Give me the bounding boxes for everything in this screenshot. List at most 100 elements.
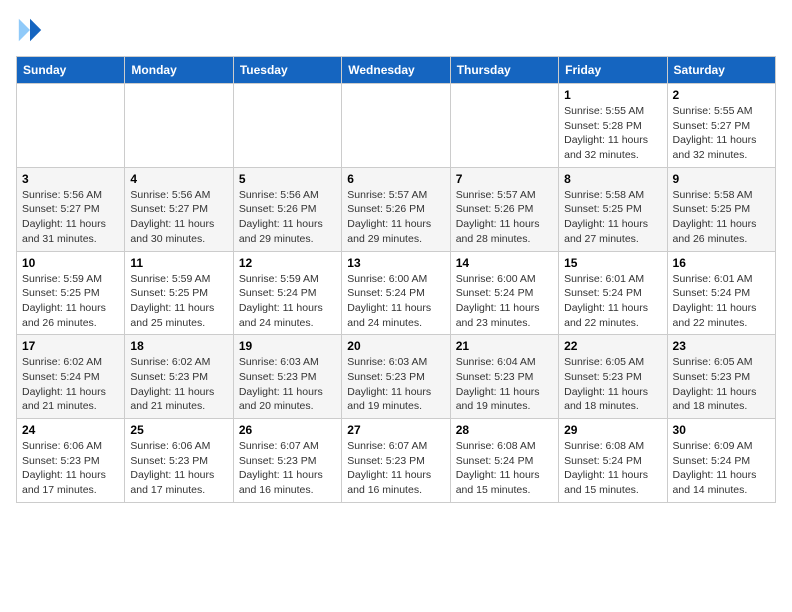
day-number: 12 bbox=[239, 256, 336, 270]
day-info: Sunrise: 5:55 AM Sunset: 5:28 PM Dayligh… bbox=[564, 104, 661, 163]
day-info: Sunrise: 5:58 AM Sunset: 5:25 PM Dayligh… bbox=[673, 188, 770, 247]
sunrise: Sunrise: 5:55 AM bbox=[673, 105, 753, 117]
calendar-day-14: 14 Sunrise: 6:00 AM Sunset: 5:24 PM Dayl… bbox=[450, 251, 558, 335]
calendar-week-1: 1 Sunrise: 5:55 AM Sunset: 5:28 PM Dayli… bbox=[17, 84, 776, 168]
sunset: Sunset: 5:24 PM bbox=[239, 287, 317, 299]
empty-cell bbox=[233, 84, 341, 168]
sunrise: Sunrise: 5:56 AM bbox=[239, 189, 319, 201]
sunset: Sunset: 5:24 PM bbox=[564, 287, 642, 299]
calendar-day-15: 15 Sunrise: 6:01 AM Sunset: 5:24 PM Dayl… bbox=[559, 251, 667, 335]
daylight: Daylight: 11 hours and 16 minutes. bbox=[239, 469, 323, 496]
sunset: Sunset: 5:24 PM bbox=[456, 455, 534, 467]
calendar-week-4: 17 Sunrise: 6:02 AM Sunset: 5:24 PM Dayl… bbox=[17, 335, 776, 419]
daylight: Daylight: 11 hours and 17 minutes. bbox=[130, 469, 214, 496]
daylight: Daylight: 11 hours and 17 minutes. bbox=[22, 469, 106, 496]
sunset: Sunset: 5:23 PM bbox=[347, 455, 425, 467]
day-number: 27 bbox=[347, 423, 444, 437]
day-info: Sunrise: 6:08 AM Sunset: 5:24 PM Dayligh… bbox=[456, 439, 553, 498]
calendar-week-2: 3 Sunrise: 5:56 AM Sunset: 5:27 PM Dayli… bbox=[17, 167, 776, 251]
sunset: Sunset: 5:26 PM bbox=[347, 203, 425, 215]
day-number: 23 bbox=[673, 339, 770, 353]
day-info: Sunrise: 6:02 AM Sunset: 5:24 PM Dayligh… bbox=[22, 355, 119, 414]
calendar-day-2: 2 Sunrise: 5:55 AM Sunset: 5:27 PM Dayli… bbox=[667, 84, 775, 168]
day-info: Sunrise: 6:04 AM Sunset: 5:23 PM Dayligh… bbox=[456, 355, 553, 414]
sunrise: Sunrise: 5:58 AM bbox=[673, 189, 753, 201]
day-number: 3 bbox=[22, 172, 119, 186]
weekday-header-thursday: Thursday bbox=[450, 57, 558, 84]
sunrise: Sunrise: 6:02 AM bbox=[130, 356, 210, 368]
day-number: 26 bbox=[239, 423, 336, 437]
day-info: Sunrise: 5:59 AM Sunset: 5:24 PM Dayligh… bbox=[239, 272, 336, 331]
sunrise: Sunrise: 5:55 AM bbox=[564, 105, 644, 117]
daylight: Daylight: 11 hours and 18 minutes. bbox=[564, 386, 648, 413]
day-number: 22 bbox=[564, 339, 661, 353]
day-number: 29 bbox=[564, 423, 661, 437]
sunrise: Sunrise: 5:58 AM bbox=[564, 189, 644, 201]
sunrise: Sunrise: 6:02 AM bbox=[22, 356, 102, 368]
day-number: 16 bbox=[673, 256, 770, 270]
sunset: Sunset: 5:23 PM bbox=[130, 455, 208, 467]
sunrise: Sunrise: 5:56 AM bbox=[130, 189, 210, 201]
sunset: Sunset: 5:25 PM bbox=[22, 287, 100, 299]
day-info: Sunrise: 6:09 AM Sunset: 5:24 PM Dayligh… bbox=[673, 439, 770, 498]
calendar-day-5: 5 Sunrise: 5:56 AM Sunset: 5:26 PM Dayli… bbox=[233, 167, 341, 251]
day-number: 6 bbox=[347, 172, 444, 186]
daylight: Daylight: 11 hours and 15 minutes. bbox=[456, 469, 540, 496]
day-info: Sunrise: 5:58 AM Sunset: 5:25 PM Dayligh… bbox=[564, 188, 661, 247]
day-number: 1 bbox=[564, 88, 661, 102]
day-number: 8 bbox=[564, 172, 661, 186]
sunset: Sunset: 5:26 PM bbox=[456, 203, 534, 215]
calendar-week-3: 10 Sunrise: 5:59 AM Sunset: 5:25 PM Dayl… bbox=[17, 251, 776, 335]
day-info: Sunrise: 6:07 AM Sunset: 5:23 PM Dayligh… bbox=[347, 439, 444, 498]
sunrise: Sunrise: 6:00 AM bbox=[347, 273, 427, 285]
sunrise: Sunrise: 6:03 AM bbox=[239, 356, 319, 368]
day-number: 4 bbox=[130, 172, 227, 186]
sunset: Sunset: 5:24 PM bbox=[673, 455, 751, 467]
sunrise: Sunrise: 6:08 AM bbox=[564, 440, 644, 452]
sunset: Sunset: 5:23 PM bbox=[239, 455, 317, 467]
daylight: Daylight: 11 hours and 26 minutes. bbox=[22, 302, 106, 329]
daylight: Daylight: 11 hours and 18 minutes. bbox=[673, 386, 757, 413]
weekday-header-wednesday: Wednesday bbox=[342, 57, 450, 84]
calendar-day-3: 3 Sunrise: 5:56 AM Sunset: 5:27 PM Dayli… bbox=[17, 167, 125, 251]
daylight: Daylight: 11 hours and 29 minutes. bbox=[347, 218, 431, 245]
weekday-header-friday: Friday bbox=[559, 57, 667, 84]
calendar-day-24: 24 Sunrise: 6:06 AM Sunset: 5:23 PM Dayl… bbox=[17, 419, 125, 503]
calendar-day-4: 4 Sunrise: 5:56 AM Sunset: 5:27 PM Dayli… bbox=[125, 167, 233, 251]
daylight: Daylight: 11 hours and 24 minutes. bbox=[347, 302, 431, 329]
daylight: Daylight: 11 hours and 28 minutes. bbox=[456, 218, 540, 245]
weekday-header-sunday: Sunday bbox=[17, 57, 125, 84]
day-info: Sunrise: 6:07 AM Sunset: 5:23 PM Dayligh… bbox=[239, 439, 336, 498]
calendar-day-1: 1 Sunrise: 5:55 AM Sunset: 5:28 PM Dayli… bbox=[559, 84, 667, 168]
day-number: 28 bbox=[456, 423, 553, 437]
daylight: Daylight: 11 hours and 22 minutes. bbox=[564, 302, 648, 329]
sunrise: Sunrise: 5:59 AM bbox=[239, 273, 319, 285]
day-number: 21 bbox=[456, 339, 553, 353]
empty-cell bbox=[17, 84, 125, 168]
daylight: Daylight: 11 hours and 19 minutes. bbox=[456, 386, 540, 413]
calendar-week-5: 24 Sunrise: 6:06 AM Sunset: 5:23 PM Dayl… bbox=[17, 419, 776, 503]
day-number: 17 bbox=[22, 339, 119, 353]
sunset: Sunset: 5:24 PM bbox=[673, 287, 751, 299]
calendar-day-17: 17 Sunrise: 6:02 AM Sunset: 5:24 PM Dayl… bbox=[17, 335, 125, 419]
calendar-day-10: 10 Sunrise: 5:59 AM Sunset: 5:25 PM Dayl… bbox=[17, 251, 125, 335]
sunrise: Sunrise: 6:04 AM bbox=[456, 356, 536, 368]
daylight: Daylight: 11 hours and 20 minutes. bbox=[239, 386, 323, 413]
daylight: Daylight: 11 hours and 26 minutes. bbox=[673, 218, 757, 245]
day-info: Sunrise: 6:06 AM Sunset: 5:23 PM Dayligh… bbox=[22, 439, 119, 498]
day-number: 24 bbox=[22, 423, 119, 437]
weekday-header-tuesday: Tuesday bbox=[233, 57, 341, 84]
page-header bbox=[16, 16, 776, 44]
calendar-day-25: 25 Sunrise: 6:06 AM Sunset: 5:23 PM Dayl… bbox=[125, 419, 233, 503]
daylight: Daylight: 11 hours and 19 minutes. bbox=[347, 386, 431, 413]
sunrise: Sunrise: 5:57 AM bbox=[456, 189, 536, 201]
sunset: Sunset: 5:23 PM bbox=[673, 371, 751, 383]
day-number: 13 bbox=[347, 256, 444, 270]
sunset: Sunset: 5:25 PM bbox=[564, 203, 642, 215]
empty-cell bbox=[125, 84, 233, 168]
sunset: Sunset: 5:23 PM bbox=[564, 371, 642, 383]
sunrise: Sunrise: 6:07 AM bbox=[347, 440, 427, 452]
daylight: Daylight: 11 hours and 32 minutes. bbox=[673, 134, 757, 161]
sunrise: Sunrise: 5:57 AM bbox=[347, 189, 427, 201]
day-info: Sunrise: 6:01 AM Sunset: 5:24 PM Dayligh… bbox=[564, 272, 661, 331]
